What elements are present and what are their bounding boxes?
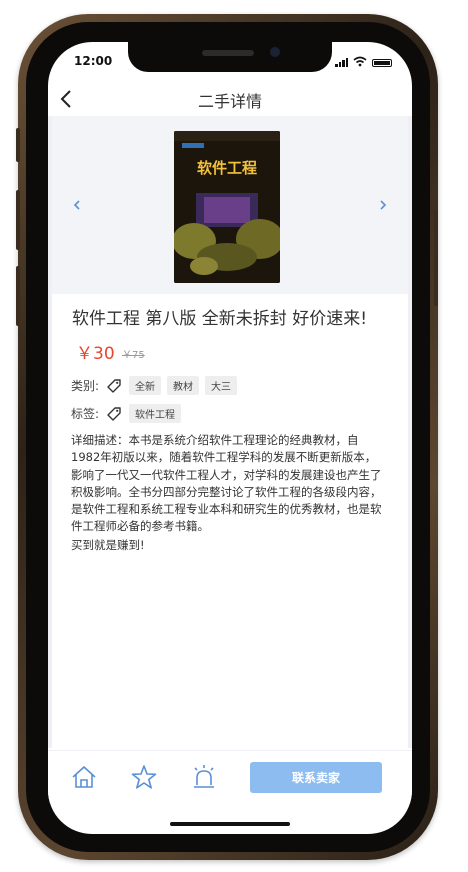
status-icons <box>335 55 392 67</box>
power-button <box>434 210 438 306</box>
mute-switch <box>16 128 20 162</box>
tag-icon <box>107 406 121 421</box>
category-label: 类别: <box>71 379 100 393</box>
image-gallery: 软件工程 <box>52 116 408 294</box>
product-card: 软件工程 软件工程 第八版 全新未拆封 好价速来! ￥30 ￥75 类别: 全新… <box>52 116 408 748</box>
description: 详细描述：本书是系统介绍软件工程理论的经典教材，自1982年初版以来，随着软件工… <box>71 432 385 554</box>
current-price: ￥30 <box>76 344 115 364</box>
front-camera <box>270 47 280 57</box>
right-arrow-icon[interactable] <box>378 198 388 212</box>
volume-down-button <box>16 266 20 326</box>
home-indicator <box>170 822 290 826</box>
alarm-icon[interactable] <box>190 763 218 791</box>
screen: 12:00 二手详情 软件工程 软件工程 第八版 全新未拆封 好价速来! ￥30… <box>48 42 412 834</box>
labels-label: 标签: <box>71 407 100 421</box>
left-arrow-icon[interactable] <box>72 198 82 212</box>
book-cover-image: 软件工程 <box>174 131 280 283</box>
label-tag[interactable]: 软件工程 <box>129 404 182 423</box>
wifi-icon <box>353 56 367 67</box>
labels-row: 标签: 软件工程 <box>71 404 182 423</box>
category-row: 类别: 全新 教材 大三 <box>71 376 238 395</box>
nav-bar: 二手详情 <box>48 80 412 116</box>
battery-icon <box>372 59 392 67</box>
home-icon[interactable] <box>70 763 98 791</box>
content-area: 软件工程 软件工程 第八版 全新未拆封 好价速来! ￥30 ￥75 类别: 全新… <box>48 116 412 748</box>
volume-up-button <box>16 190 20 250</box>
cover-title: 软件工程 <box>197 159 257 177</box>
star-icon[interactable] <box>130 763 158 791</box>
signal-icon <box>335 57 348 67</box>
bottom-action-bar: 联系卖家 <box>48 750 412 803</box>
description-text: 详细描述：本书是系统介绍软件工程理论的经典教材，自1982年初版以来，随着软件工… <box>71 433 382 534</box>
category-tag[interactable]: 全新 <box>129 376 162 395</box>
contact-seller-button[interactable]: 联系卖家 <box>250 762 382 793</box>
category-tag[interactable]: 教材 <box>167 376 200 395</box>
speaker <box>202 50 254 56</box>
product-title: 软件工程 第八版 全新未拆封 好价速来! <box>72 309 368 329</box>
original-price: ￥75 <box>122 350 145 361</box>
page-title: 二手详情 <box>197 92 262 111</box>
description-extra: 买到就是赚到! <box>71 537 145 552</box>
notch <box>128 42 332 72</box>
category-tag[interactable]: 大三 <box>205 376 238 395</box>
status-time: 12:00 <box>74 54 113 68</box>
tag-icon <box>107 378 121 393</box>
